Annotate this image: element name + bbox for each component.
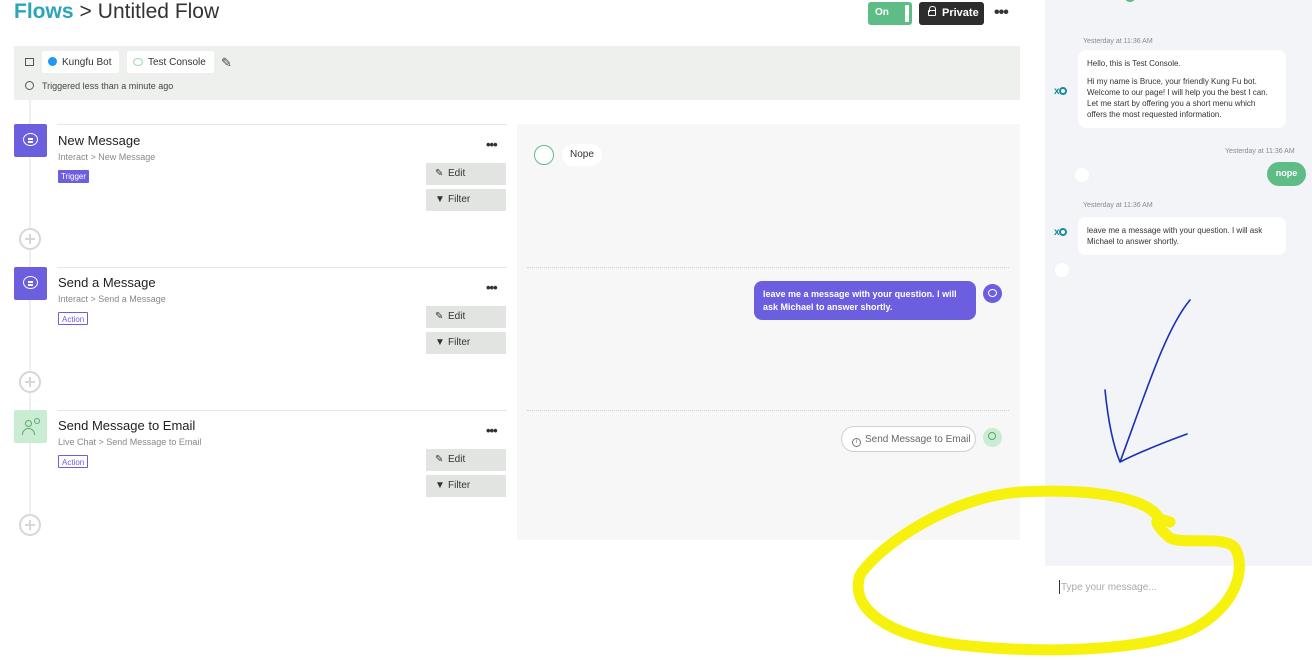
step-subtitle: Live Chat > Send Message to Email xyxy=(58,437,202,447)
test-console-chat: Yesterday at 11:36 AM x Hello, this is T… xyxy=(1045,0,1312,566)
edit-label: Edit xyxy=(448,311,466,322)
user-message: nope xyxy=(1267,162,1306,186)
filter-label: Filter xyxy=(448,337,471,348)
chat-message-input[interactable] xyxy=(1059,580,1299,594)
flow-name[interactable]: Untitled Flow xyxy=(98,0,219,23)
edit-label: Edit xyxy=(448,168,466,179)
info-icon: i xyxy=(852,438,861,447)
private-button[interactable]: Private xyxy=(919,2,984,25)
chat-bubble-icon xyxy=(133,58,143,66)
message-timestamp: Yesterday at 11:36 AM xyxy=(1083,38,1153,45)
step-title[interactable]: New Message xyxy=(58,133,140,148)
bot-logo-icon: x xyxy=(1054,227,1067,238)
add-step-button[interactable] xyxy=(19,228,41,250)
breadcrumb-separator: > xyxy=(79,0,92,23)
preview-divider xyxy=(527,410,1009,411)
online-indicator-icon xyxy=(1125,0,1135,2)
typing-indicator xyxy=(1055,263,1069,277)
filter-label: Filter xyxy=(448,194,471,205)
step-divider xyxy=(57,410,507,411)
chat-icon xyxy=(23,276,38,289)
step-divider xyxy=(57,124,507,125)
chat-input-area xyxy=(1045,566,1312,606)
console-label: Test Console xyxy=(148,57,206,68)
incoming-message: Nope xyxy=(562,144,602,166)
breadcrumb-flows-link[interactable]: Flows xyxy=(14,0,74,23)
clock-icon xyxy=(25,81,34,90)
flow-timeline xyxy=(29,100,31,530)
flow-meta-bar: Kungfu Bot Test Console ✎ Triggered less… xyxy=(14,46,1020,100)
messenger-icon xyxy=(48,57,57,66)
message-timestamp: Yesterday at 11:36 AM xyxy=(1083,202,1153,209)
step-divider xyxy=(57,267,507,268)
user-avatar xyxy=(1075,168,1089,182)
step-icon-new-message xyxy=(14,124,47,157)
step-more-icon[interactable]: ••• xyxy=(486,137,498,152)
pencil-icon: ✎ xyxy=(435,168,444,179)
step-title[interactable]: Send a Message xyxy=(58,275,156,290)
edit-label: Edit xyxy=(448,454,466,465)
pencil-icon: ✎ xyxy=(435,454,444,465)
bot-message-line: Hello, this is Test Console. xyxy=(1087,59,1181,68)
add-step-button[interactable] xyxy=(19,514,41,536)
step-more-icon[interactable]: ••• xyxy=(486,423,498,438)
filter-label: Filter xyxy=(448,480,471,491)
lock-icon xyxy=(928,6,936,16)
bot-message: leave me a message with your question. I… xyxy=(1078,217,1286,255)
bot-reply-bubble: leave me a message with your question. I… xyxy=(754,281,976,320)
message-timestamp: Yesterday at 11:36 AM xyxy=(1225,148,1295,155)
edit-button[interactable]: ✎ Edit xyxy=(426,163,506,185)
filter-icon: ▼ xyxy=(435,337,445,348)
pencil-icon[interactable]: ✎ xyxy=(221,55,232,71)
step-badge: Trigger xyxy=(58,170,90,183)
step-badge: Action xyxy=(58,455,89,468)
bot-message: Hello, this is Test Console. Hi my name … xyxy=(1078,50,1286,128)
email-action-pill: i Send Message to Email xyxy=(841,426,976,452)
pencil-icon: ✎ xyxy=(435,311,444,322)
step-title[interactable]: Send Message to Email xyxy=(58,418,195,433)
add-step-button[interactable] xyxy=(19,371,41,393)
step-badge: Action xyxy=(58,312,89,325)
email-action-label: Send Message to Email xyxy=(865,434,971,445)
toggle-label: On xyxy=(875,7,889,18)
step-more-icon[interactable]: ••• xyxy=(486,280,498,295)
private-label: Private xyxy=(942,7,979,19)
step-icon-send-message xyxy=(14,267,47,300)
filter-button[interactable]: ▼ Filter xyxy=(426,189,506,211)
bot-message-line: Hi my name is Bruce, your friendly Kung … xyxy=(1087,77,1268,119)
channel-chip[interactable]: Kungfu Bot xyxy=(42,51,120,73)
channel-label: Kungfu Bot xyxy=(62,57,112,68)
edit-button[interactable]: ✎ Edit xyxy=(426,306,506,328)
console-chip[interactable]: Test Console xyxy=(127,51,214,73)
step-icon-send-email xyxy=(14,410,47,443)
flow-preview-panel: Nope leave me a message with your questi… xyxy=(517,124,1020,540)
filter-icon: ▼ xyxy=(435,480,445,491)
user-avatar xyxy=(534,145,554,165)
preview-divider xyxy=(527,267,1009,268)
bot-avatar-icon xyxy=(983,284,1002,303)
filter-button[interactable]: ▼ Filter xyxy=(426,475,506,497)
page-title: Flows > Untitled Flow xyxy=(14,0,219,24)
chat-icon xyxy=(23,133,38,146)
filter-icon: ▼ xyxy=(435,194,445,205)
flow-on-toggle[interactable]: On xyxy=(868,2,912,25)
triggered-status: Triggered less than a minute ago xyxy=(42,81,174,91)
person-settings-icon xyxy=(22,418,40,436)
more-icon[interactable]: ••• xyxy=(994,4,1009,22)
edit-button[interactable]: ✎ Edit xyxy=(426,449,506,471)
bot-logo-icon: x xyxy=(1054,86,1067,97)
live-chat-avatar-icon xyxy=(983,428,1002,447)
pin-icon xyxy=(25,58,34,66)
step-subtitle: Interact > New Message xyxy=(58,152,156,162)
filter-button[interactable]: ▼ Filter xyxy=(426,332,506,354)
step-subtitle: Interact > Send a Message xyxy=(58,294,166,304)
toggle-knob xyxy=(905,5,909,22)
